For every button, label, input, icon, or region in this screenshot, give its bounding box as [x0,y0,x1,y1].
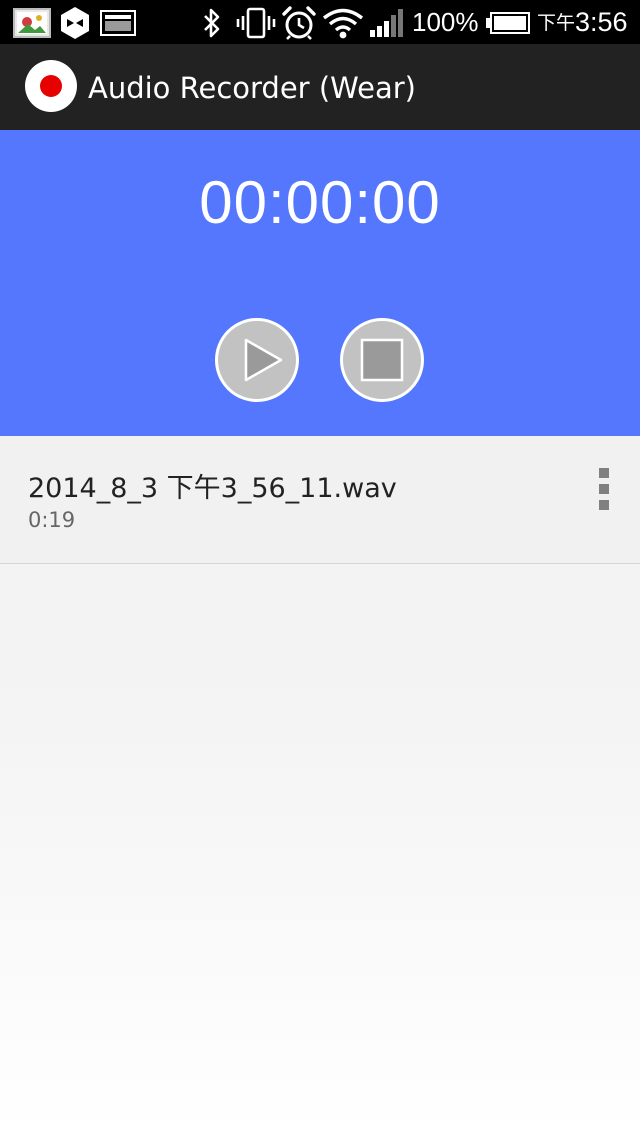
status-time: 3:56 [575,7,628,37]
battery-percent: 100% [412,7,479,37]
play-icon [244,338,283,382]
bluetooth-icon [204,8,220,38]
recording-duration: 0:19 [28,508,76,532]
alarm-icon [282,6,316,40]
signal-icon [370,9,403,37]
record-dot [40,75,62,97]
action-bar: Audio Recorder (Wear) [0,44,640,130]
app-title: Audio Recorder (Wear) [88,71,416,105]
time-prefix: 下午 [537,13,576,34]
stop-button[interactable] [340,318,424,402]
gallery-notification-icon [13,8,51,38]
wifi-icon [322,8,364,39]
stop-icon [360,338,404,382]
battery-icon [486,12,530,34]
vibrate-icon [236,7,276,39]
overflow-menu-icon[interactable] [586,466,622,512]
recording-file-name: 2014_8_3 下午3_56_11.wav [28,473,397,504]
record-icon[interactable] [25,60,77,112]
status-bar: 100% 下午 3:56 [0,0,640,44]
hexagon-app-notification-icon [61,7,89,39]
recorder-panel: 00:00:00 [0,130,640,436]
recording-list-item[interactable]: 2014_8_3 下午3_56_11.wav 0:19 [0,436,640,564]
recording-timer: 00:00:00 [199,169,441,236]
play-button[interactable] [215,318,299,402]
screenshot-notification-icon [100,10,136,36]
